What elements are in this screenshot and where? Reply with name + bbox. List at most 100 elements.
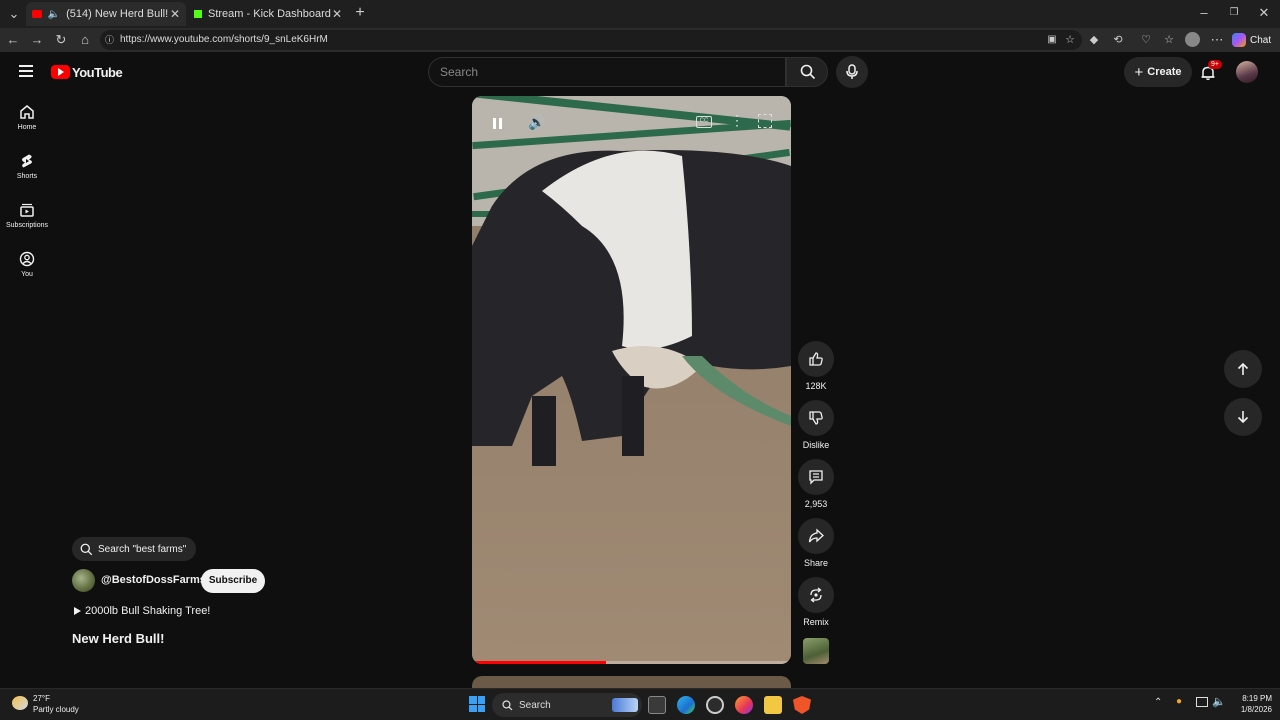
minimize-icon[interactable]: –	[1196, 5, 1212, 21]
favorite-star-icon[interactable]: ☆	[1062, 32, 1078, 48]
shorts-icon	[22, 154, 32, 168]
window-close-icon[interactable]: ✕	[1256, 5, 1272, 21]
site-info-icon[interactable]: ⓘ	[105, 30, 114, 50]
tab-title: (514) New Herd Bull! - YouTub	[66, 8, 170, 20]
restore-icon[interactable]: ❐	[1226, 5, 1242, 21]
search-input[interactable]: Search	[428, 57, 786, 87]
home-button-icon[interactable]: ⌂	[77, 32, 93, 48]
sound-thumbnail[interactable]	[803, 638, 829, 664]
like-button[interactable]: 128K	[798, 341, 834, 391]
channel-avatar[interactable]	[72, 569, 95, 592]
short-title: New Herd Bull!	[72, 631, 165, 646]
close-tab-icon[interactable]: ✕	[170, 7, 180, 21]
extensions-icon[interactable]: ⟲	[1110, 32, 1126, 48]
start-button[interactable]	[469, 696, 485, 712]
share-button[interactable]: Share	[798, 518, 834, 568]
weather-icon	[12, 696, 28, 710]
clock[interactable]: 8:19 PM 1/8/2026	[1232, 693, 1272, 715]
pause-icon[interactable]	[490, 116, 506, 132]
file-explorer-icon[interactable]	[764, 696, 782, 714]
voice-search-button[interactable]	[836, 56, 868, 88]
sidebar-item-subscriptions[interactable]: Subscriptions	[0, 202, 54, 229]
dislike-label: Dislike	[802, 440, 830, 450]
remix-icon	[810, 587, 822, 603]
previous-short-button[interactable]	[1224, 350, 1262, 388]
plus-icon: +	[1134, 63, 1144, 81]
favorites-icon[interactable]: ☆	[1161, 32, 1177, 48]
notification-badge: 9+	[1208, 60, 1222, 69]
edge-icon[interactable]	[677, 696, 695, 714]
short-video-player[interactable]: 🔊 CC ⋮	[472, 96, 791, 664]
next-short-preview[interactable]	[472, 676, 791, 688]
url-field[interactable]: ⓘ https://www.youtube.com/shorts/9_snLeK…	[100, 30, 1082, 50]
task-view-icon[interactable]	[648, 696, 666, 714]
video-more-options-icon[interactable]: ⋮	[730, 112, 744, 129]
volume-icon[interactable]: 🔊	[528, 114, 546, 132]
obs-icon[interactable]	[706, 696, 724, 714]
comments-button[interactable]: 2,953	[798, 459, 834, 509]
microphone-tray-icon[interactable]: ●	[1176, 696, 1182, 707]
subscribe-button[interactable]: Subscribe	[201, 569, 265, 593]
video-frame	[472, 96, 791, 664]
remix-button[interactable]: Remix	[798, 577, 834, 627]
fullscreen-icon[interactable]	[758, 114, 772, 128]
copilot-chat-button[interactable]: Chat	[1232, 31, 1274, 49]
tab-actions-chevron-icon[interactable]: ⌄	[6, 6, 22, 22]
extension-diamond-icon[interactable]: ◆	[1086, 32, 1102, 48]
tab-youtube[interactable]: 🔈 (514) New Herd Bull! - YouTub ✕	[26, 2, 186, 26]
search-button[interactable]	[786, 57, 828, 87]
search-suggestion-chip[interactable]: Search "best farms"	[72, 537, 197, 561]
account-avatar[interactable]	[1236, 61, 1258, 83]
more-options-icon[interactable]: ⋯	[1209, 32, 1225, 48]
sidebar-item-you[interactable]: You	[0, 251, 54, 278]
dislike-button[interactable]: Dislike	[798, 400, 834, 450]
share-label: Share	[803, 558, 829, 568]
url-text: https://www.youtube.com/shorts/9_snLeK6H…	[120, 34, 328, 45]
kick-favicon-icon	[194, 10, 202, 18]
brave-icon[interactable]	[793, 696, 811, 714]
weather-desc: Partly cloudy	[33, 705, 79, 714]
channel-name[interactable]: @BestofDossFarms	[101, 574, 206, 586]
address-bar-row: ← → ↻ ⌂ ⓘ https://www.youtube.com/shorts…	[0, 28, 1280, 52]
new-tab-icon[interactable]: +	[352, 5, 368, 21]
you-icon	[19, 251, 35, 267]
close-tab-icon[interactable]: ✕	[332, 7, 342, 21]
copilot-icon	[1232, 33, 1246, 47]
youtube-page: YouTube Search + Create 9+ Home Shorts S…	[0, 52, 1280, 688]
show-hidden-icons-chevron-icon[interactable]: ⌃	[1154, 697, 1162, 708]
video-progress-fill	[472, 661, 606, 664]
comment-icon	[809, 470, 823, 485]
youtube-logo[interactable]: YouTube	[51, 64, 123, 80]
menu-icon[interactable]	[19, 65, 33, 77]
volume-tray-icon[interactable]: 🔈	[1212, 695, 1226, 708]
browser-tab-bar: ⌄ 🔈 (514) New Herd Bull! - YouTub ✕ Stre…	[0, 0, 1280, 28]
windows-taskbar: 27°F Partly cloudy Search ⌃ ● 🔈 8:19 PM …	[0, 688, 1280, 720]
create-button[interactable]: + Create	[1124, 57, 1192, 87]
profile-avatar[interactable]	[1185, 32, 1200, 47]
search-icon	[502, 699, 513, 710]
next-short-button[interactable]	[1224, 398, 1262, 436]
thumbs-down-icon	[809, 411, 823, 425]
search-highlight-icon	[612, 698, 638, 712]
speaker-icon[interactable]: 🔈	[48, 9, 60, 20]
tab-kick-dashboard[interactable]: Stream - Kick Dashboard ✕	[188, 2, 348, 26]
related-video-link[interactable]: 2000lb Bull Shaking Tree!	[74, 605, 210, 617]
browser-essentials-icon[interactable]: ♡	[1138, 32, 1154, 48]
app-available-icon[interactable]: ▣	[1044, 32, 1060, 48]
taskbar-search[interactable]: Search	[492, 693, 642, 717]
share-icon	[808, 528, 824, 543]
notifications-button[interactable]: 9+	[1198, 60, 1222, 82]
captions-icon[interactable]: CC	[696, 116, 712, 128]
weather-widget[interactable]: 27°F Partly cloudy	[10, 692, 90, 718]
video-progress-track[interactable]	[472, 661, 791, 664]
forward-icon[interactable]: →	[29, 32, 45, 48]
reload-icon[interactable]: ↻	[53, 32, 69, 48]
back-icon[interactable]: ←	[5, 32, 21, 48]
sidebar-item-home[interactable]: Home	[0, 104, 54, 131]
sidebar-item-shorts[interactable]: Shorts	[0, 153, 54, 180]
network-icon[interactable]	[1196, 697, 1208, 707]
firefox-icon[interactable]	[735, 696, 753, 714]
search-icon	[800, 64, 816, 80]
thumbs-up-icon	[809, 352, 823, 366]
sidebar-item-label: Home	[17, 124, 37, 131]
